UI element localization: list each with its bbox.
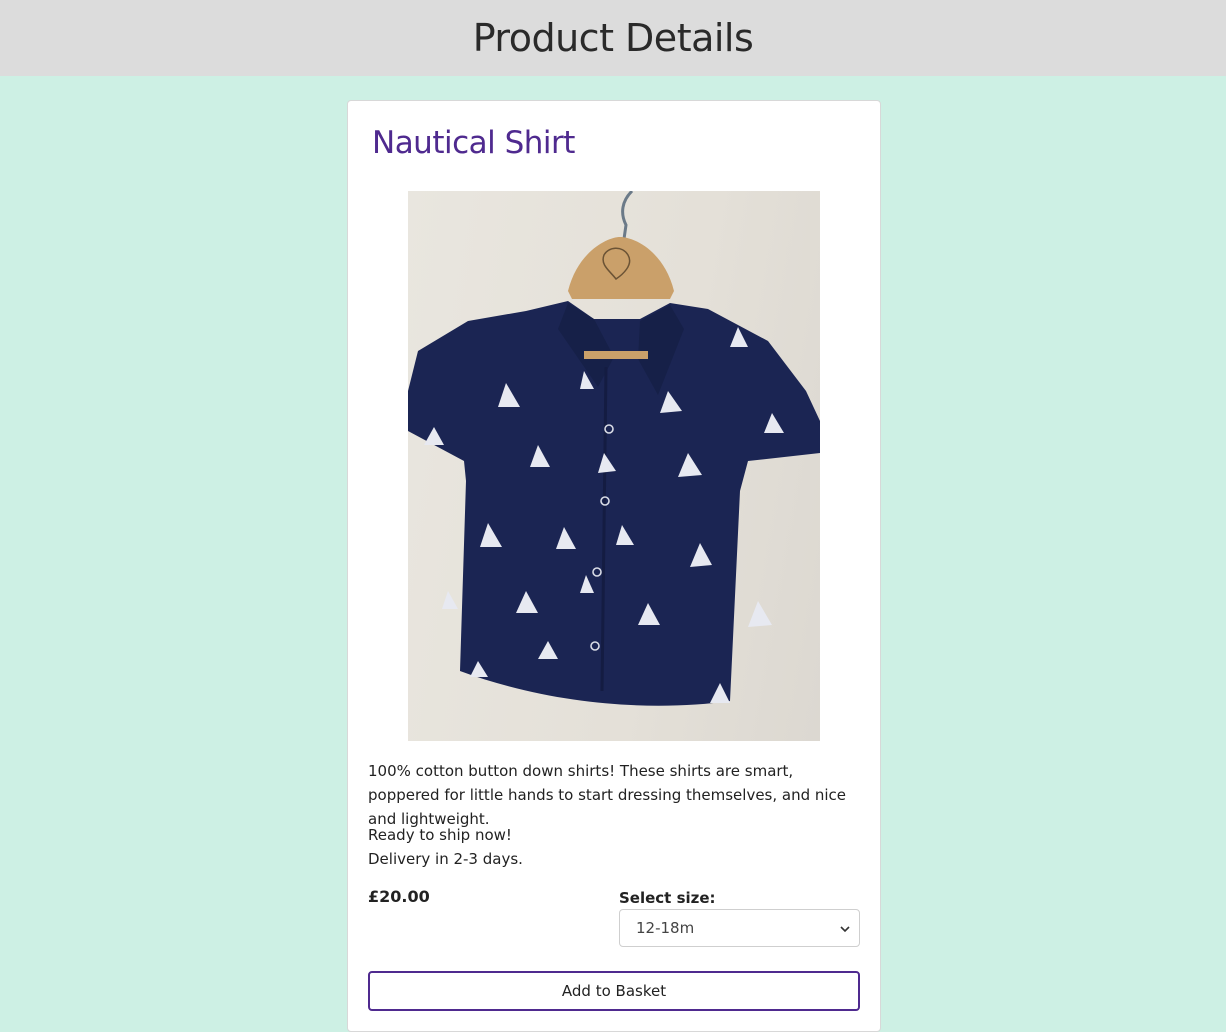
chevron-down-icon (840, 926, 850, 933)
size-label: Select size: (619, 889, 716, 907)
product-price: £20.00 (368, 887, 430, 906)
product-description: 100% cotton button down shirts! These sh… (368, 762, 847, 828)
page-header: Product Details (0, 0, 1226, 76)
size-select[interactable]: 12-18m (619, 909, 860, 947)
availability-info: Ready to ship now! Delivery in 2-3 days. (368, 823, 863, 871)
delivery-time-text: Delivery in 2-3 days. (368, 850, 523, 868)
product-name: Nautical Shirt (372, 125, 575, 161)
product-card: Nautical Shirt 100% cotton button down s… (347, 100, 881, 1032)
add-to-basket-button[interactable]: Add to Basket (368, 971, 860, 1011)
size-selected-value: 12-18m (636, 919, 695, 937)
ready-to-ship-text: Ready to ship now! (368, 826, 512, 844)
product-image (408, 191, 820, 741)
page-title: Product Details (472, 16, 754, 60)
